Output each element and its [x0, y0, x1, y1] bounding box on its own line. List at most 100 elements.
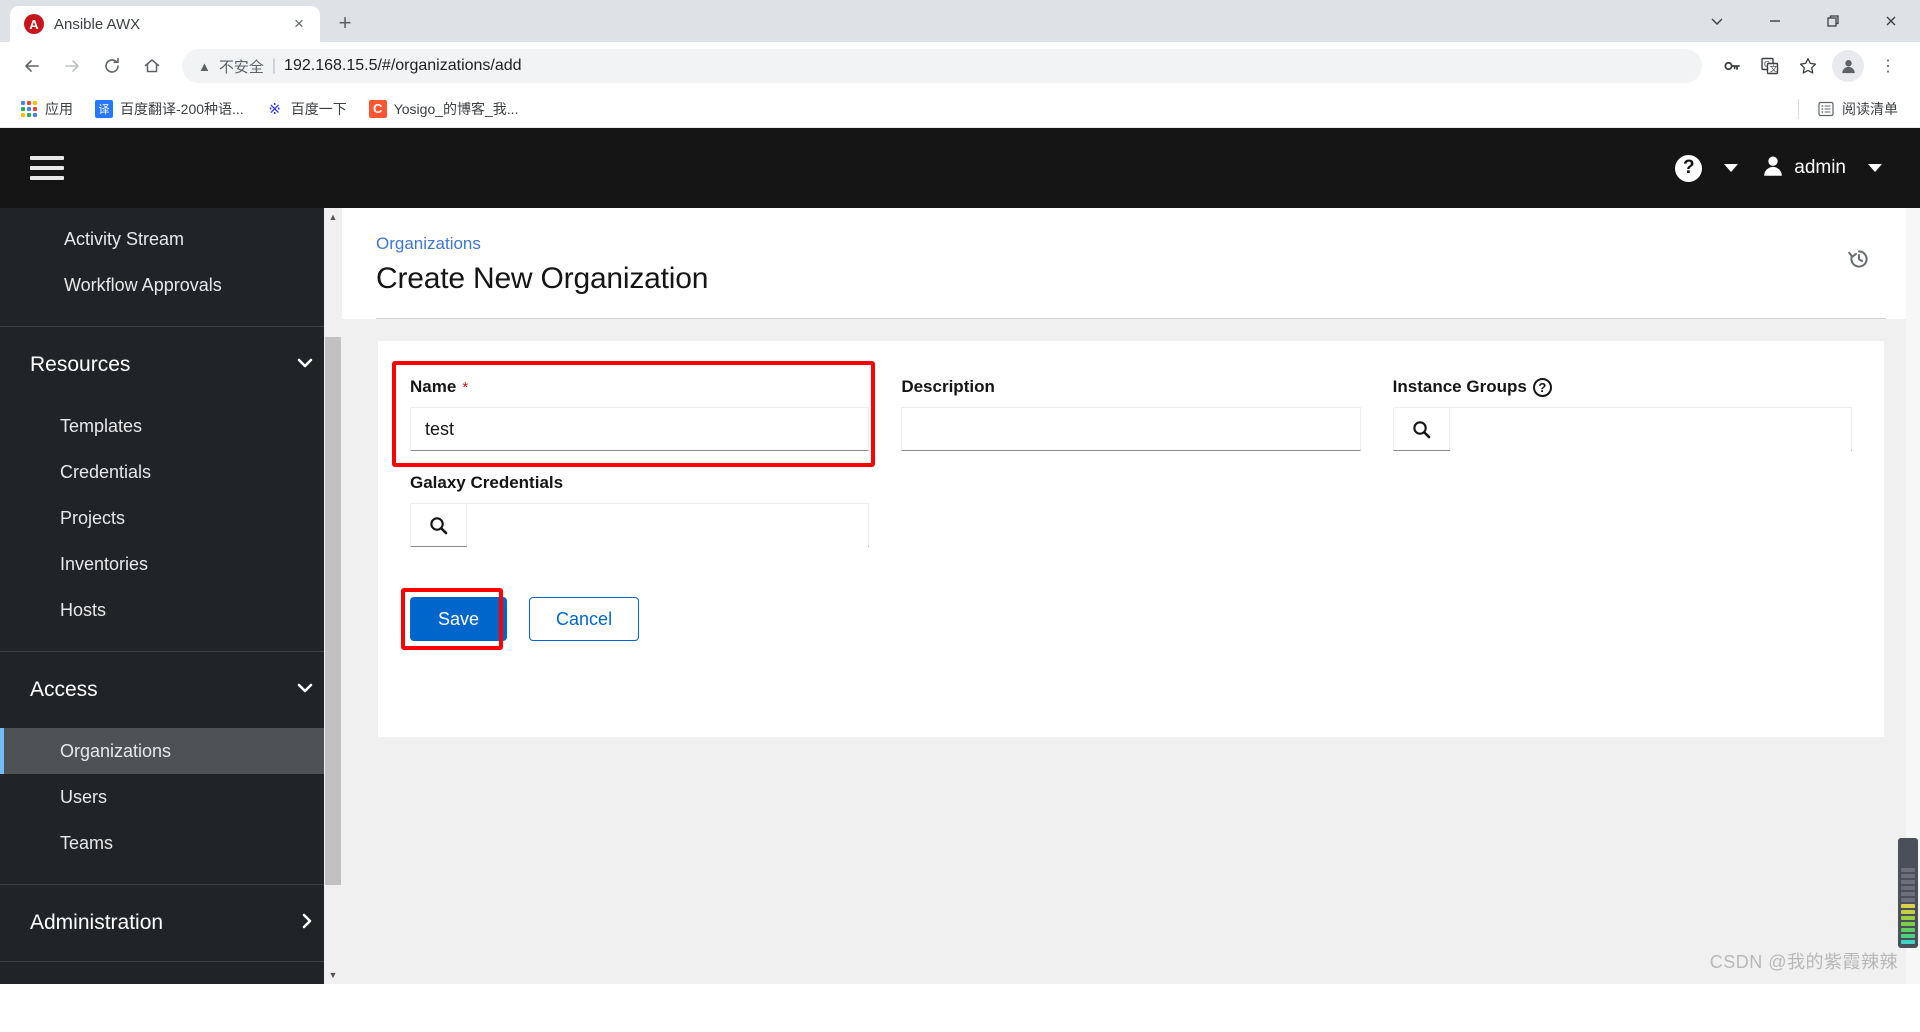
sidebar-item-hosts[interactable]: Hosts: [0, 587, 342, 633]
user-avatar-icon: [1760, 153, 1786, 184]
name-input[interactable]: test: [410, 407, 870, 451]
profile-avatar-icon[interactable]: [1832, 50, 1864, 82]
field-description: Description: [901, 377, 1361, 451]
sidebar-section-views: Activity Stream Workflow Approvals: [0, 208, 342, 327]
awx-top-header: ? admin: [0, 128, 1920, 208]
new-tab-button[interactable]: +: [328, 6, 362, 40]
sidebar-item-label: Teams: [60, 832, 114, 853]
field-name: Name * test: [392, 361, 876, 467]
sidebar-item-label: Workflow Approvals: [64, 274, 222, 295]
reading-list-area: 阅读清单: [1798, 95, 1906, 123]
label-text: Galaxy Credentials: [410, 473, 564, 492]
chevron-down-icon: [296, 680, 314, 700]
history-icon[interactable]: [1842, 242, 1876, 276]
chevron-right-icon: [300, 912, 314, 935]
sidebar-group-administration[interactable]: Administration: [0, 885, 342, 961]
search-icon[interactable]: [411, 504, 467, 546]
sidebar-item-organizations[interactable]: Organizations: [0, 728, 342, 774]
scrollbar-track[interactable]: [324, 226, 342, 966]
address-bar[interactable]: ▲ 不安全 | 192.168.15.5/#/organizations/add: [182, 49, 1702, 83]
window-controls: [1688, 0, 1920, 42]
sidebar-item-credentials[interactable]: Credentials: [0, 449, 342, 495]
key-icon[interactable]: [1714, 48, 1750, 84]
hamburger-icon[interactable]: [24, 145, 70, 191]
sidebar-item-templates[interactable]: Templates: [0, 403, 342, 449]
sidebar-item-label: Projects: [60, 507, 126, 528]
description-input[interactable]: [901, 407, 1361, 451]
galaxy-credentials-label: Galaxy Credentials: [410, 473, 869, 493]
help-chevron-down-icon[interactable]: [1724, 164, 1739, 172]
breadcrumb[interactable]: Organizations: [376, 234, 1886, 254]
header-actions: ? admin: [1675, 153, 1896, 184]
url-text: 192.168.15.5/#/organizations/add: [284, 57, 522, 74]
bookmark-baidu[interactable]: ※ 百度一下: [258, 95, 355, 123]
label-text: Instance Groups: [1392, 377, 1527, 396]
reading-list-button[interactable]: 阅读清单: [1809, 95, 1906, 123]
browser-chrome: A Ansible AWX × + ▲ 不安全 | 192.168.15.5/#…: [0, 0, 1920, 128]
sidebar-group-resources[interactable]: Resources: [0, 327, 342, 403]
sidebar-group-access[interactable]: Access: [0, 652, 342, 728]
sidebar-item-label: Activity Stream: [64, 228, 185, 249]
bookmark-csdn-blog[interactable]: C Yosigo_的博客_我...: [361, 95, 527, 123]
forward-icon[interactable]: [54, 48, 90, 84]
header-divider: [376, 318, 1886, 319]
save-button[interactable]: Save: [410, 597, 508, 641]
bookmark-label: 百度翻译-200种语...: [120, 100, 244, 117]
sidebar-group-label: Administration: [30, 911, 164, 934]
close-tab-icon[interactable]: ×: [288, 13, 310, 35]
bookmark-baidu-translate[interactable]: 译 百度翻译-200种语...: [87, 95, 252, 123]
grid-spacer: [1393, 459, 1852, 555]
user-chevron-down-icon[interactable]: [1868, 164, 1882, 172]
sidebar-item-users[interactable]: Users: [0, 774, 342, 820]
cancel-button[interactable]: Cancel: [529, 597, 640, 641]
reload-icon[interactable]: [94, 48, 130, 84]
scroll-down-arrow-icon[interactable]: ▼: [324, 966, 342, 984]
organization-form-card: Name * test Description Instance Groups …: [378, 341, 1884, 737]
bookmark-label: Yosigo_的博客_我...: [393, 100, 519, 117]
scrollbar-thumb[interactable]: [325, 337, 341, 885]
svg-text:文: 文: [1770, 63, 1778, 73]
sidebar-item-activity-stream[interactable]: Activity Stream: [0, 216, 342, 262]
sidebar-item-workflow-approvals[interactable]: Workflow Approvals: [0, 262, 342, 308]
search-icon[interactable]: [1394, 408, 1450, 450]
sidebar-item-settings[interactable]: Settings: [0, 962, 342, 984]
page-scrollbar[interactable]: [1898, 208, 1920, 984]
sidebar-item-teams[interactable]: Teams: [0, 820, 342, 866]
galaxy-credentials-lookup[interactable]: [410, 503, 870, 548]
toolbar-actions: G文 ⋮: [1714, 48, 1906, 84]
browser-menu-icon[interactable]: ⋮: [1870, 48, 1906, 84]
maximize-window-icon[interactable]: [1804, 0, 1862, 42]
instance-groups-input[interactable]: [1449, 408, 1851, 452]
translate-favicon-icon: 译: [95, 99, 113, 118]
scroll-up-arrow-icon[interactable]: ▲: [324, 208, 342, 226]
username-label: admin: [1794, 157, 1846, 178]
bookmark-star-icon[interactable]: [1790, 48, 1826, 84]
back-icon[interactable]: [14, 48, 50, 84]
close-window-icon[interactable]: [1862, 0, 1920, 42]
chevron-down-icon: [296, 355, 314, 375]
not-secure-warning-icon: ▲: [198, 58, 211, 74]
reading-list-label: 阅读清单: [1842, 100, 1898, 117]
translate-icon[interactable]: G文: [1752, 48, 1788, 84]
sidebar-section-access: Access Organizations Users Teams: [0, 652, 342, 885]
sidebar-scrollbar[interactable]: ▲ ▼: [324, 208, 342, 984]
galaxy-credentials-input[interactable]: [467, 504, 869, 548]
help-circle-icon[interactable]: ?: [1532, 377, 1552, 397]
bookmark-apps[interactable]: 应用: [12, 95, 81, 123]
minimize-window-icon[interactable]: [1746, 0, 1804, 42]
help-icon[interactable]: ?: [1675, 154, 1703, 182]
sidebar-item-projects[interactable]: Projects: [0, 495, 342, 541]
recorder-level-widget[interactable]: [1898, 838, 1918, 948]
instance-groups-lookup[interactable]: [1392, 407, 1852, 452]
sidebar-nav: Activity Stream Workflow Approvals Resou…: [0, 208, 342, 984]
bookmark-label: 应用: [45, 100, 73, 117]
bookmarks-divider: [1798, 98, 1799, 119]
sidebar-item-label: Hosts: [60, 599, 107, 620]
reading-list-icon: [1817, 100, 1835, 118]
home-icon[interactable]: [134, 48, 170, 84]
baidu-paw-icon: ※: [268, 100, 281, 118]
chevron-down-icon[interactable]: [1688, 0, 1746, 42]
browser-tab[interactable]: A Ansible AWX ×: [10, 6, 320, 42]
apps-grid-icon: [20, 100, 38, 118]
sidebar-item-inventories[interactable]: Inventories: [0, 541, 342, 587]
